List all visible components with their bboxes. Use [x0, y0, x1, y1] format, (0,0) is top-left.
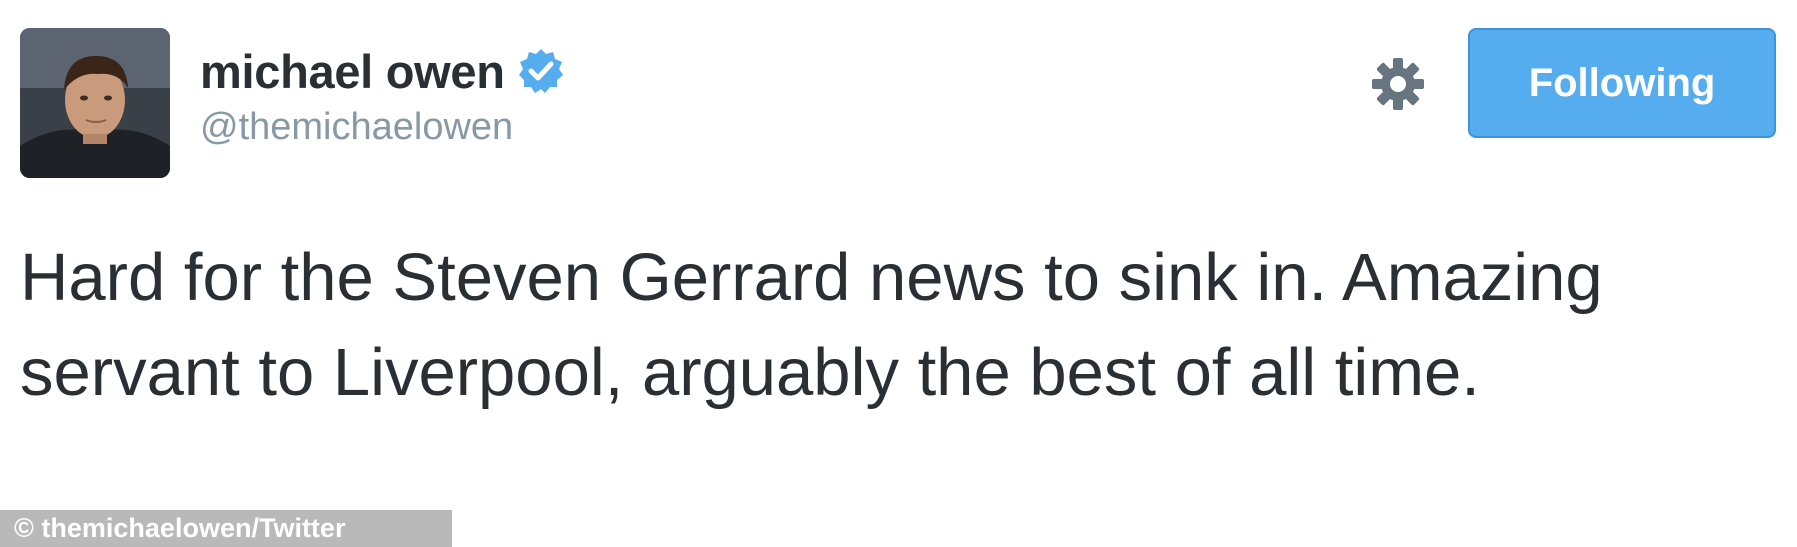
gear-icon[interactable]: [1368, 54, 1428, 114]
tweet-text: Hard for the Steven Gerrard news to sink…: [20, 240, 1603, 410]
author-handle[interactable]: @themichaelowen: [200, 106, 565, 149]
name-row: michael owen: [200, 42, 565, 100]
avatar-image: [20, 28, 170, 178]
verified-badge-icon: [517, 47, 565, 95]
tweet-header: michael owen @themichaelowen Following: [18, 28, 1779, 180]
following-button[interactable]: Following: [1468, 28, 1776, 138]
image-credit-watermark: © themichaelowen/Twitter: [0, 510, 452, 547]
user-info: michael owen @themichaelowen: [200, 42, 565, 149]
author-name[interactable]: michael owen: [200, 44, 505, 99]
avatar[interactable]: [20, 28, 170, 178]
